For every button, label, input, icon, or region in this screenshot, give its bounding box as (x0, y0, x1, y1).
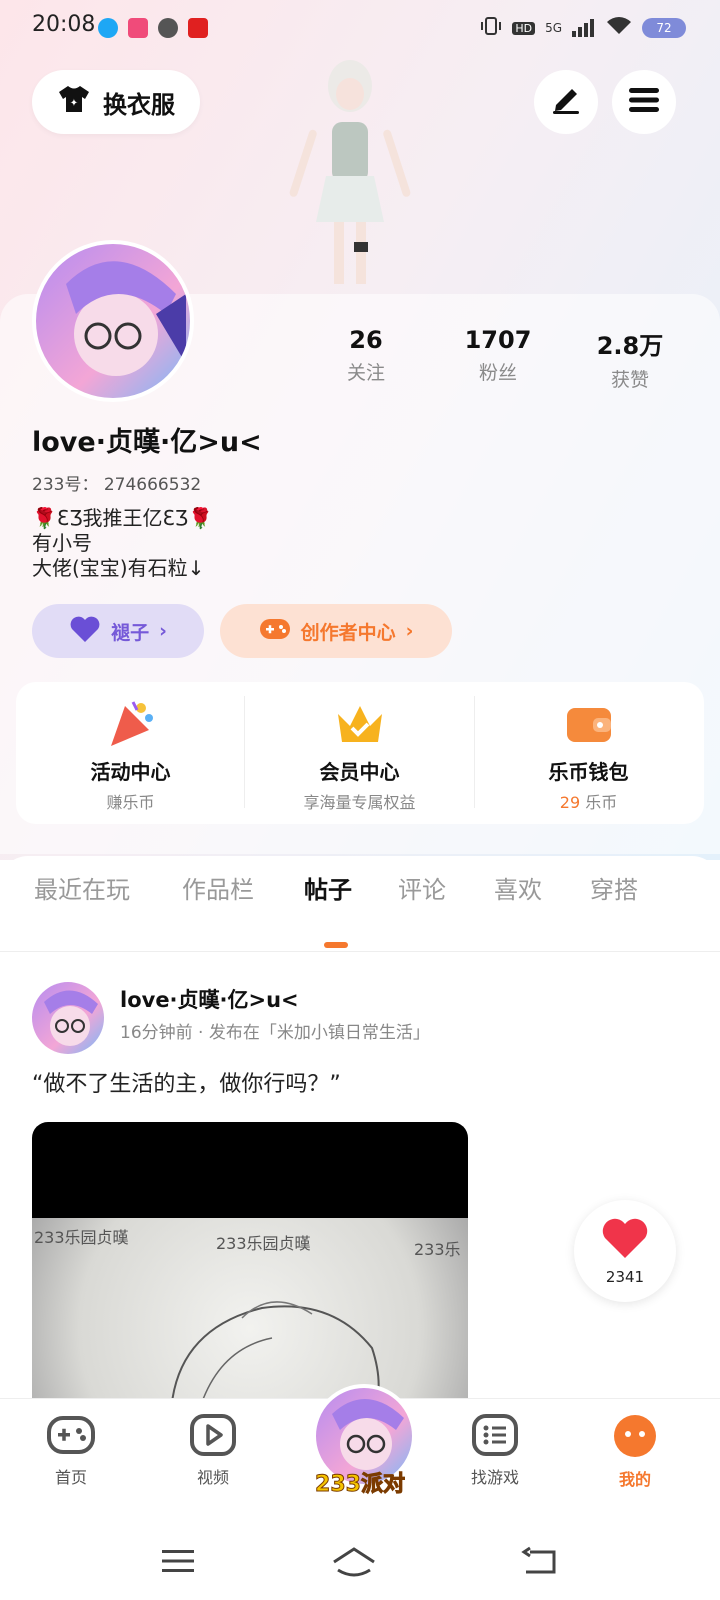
app-icon (128, 18, 148, 38)
like-float-button[interactable]: 2341 (574, 1200, 676, 1302)
chevron-right-icon: › (405, 620, 414, 642)
home-icon[interactable] (330, 1546, 378, 1584)
post-meta: 16分钟前 · 发布在「米加小镇日常生活」 (120, 1023, 430, 1043)
svg-text:✦: ✦ (70, 98, 78, 109)
tab-works[interactable]: 作品栏 (182, 870, 254, 905)
likes-count: 2.8万 (596, 332, 664, 360)
badge-button[interactable]: 褪子 › (32, 604, 204, 658)
nav-party-label[interactable]: 233派对 (300, 1466, 420, 1498)
profile-uid[interactable]: 233号： 274666532 (32, 470, 201, 495)
tab-outfits[interactable]: 穿搭 (590, 870, 638, 905)
nav-home[interactable]: 首页 (16, 1414, 126, 1488)
sketch-image: 233乐园贞暵 233乐园贞暵 233乐 (32, 1218, 468, 1402)
nav-home-label: 首页 (54, 1468, 87, 1487)
tab-posts[interactable]: 帖子 (304, 870, 352, 905)
nav-find-games[interactable]: 找游戏 (440, 1414, 550, 1488)
menu-icon (629, 87, 659, 117)
battery-indicator: 72 (642, 18, 686, 38)
hd-badge: HD (512, 21, 536, 35)
gamepad-icon (16, 1414, 126, 1460)
following-stat[interactable]: 26 关注 (306, 326, 426, 385)
followers-label: 粉丝 (478, 362, 517, 384)
back-icon[interactable] (520, 1546, 560, 1582)
vibrate-icon (480, 16, 502, 40)
likes-stat[interactable]: 2.8万 获赞 (570, 326, 690, 392)
profile-avatar[interactable] (32, 240, 194, 402)
status-time: 20:08 (32, 12, 96, 37)
bio-line: 大佬(宝宝)有石粒↓ (32, 556, 205, 580)
play-icon (158, 1414, 268, 1460)
tshirt-icon: ✦ (57, 84, 91, 120)
bio-line: 有小号 (32, 531, 92, 555)
chevron-right-icon: › (159, 620, 167, 642)
like-count: 2341 (605, 1268, 645, 1286)
heart-icon (574, 1216, 676, 1264)
post-text[interactable]: “做不了生活的主，做你行吗？” (32, 1066, 341, 1098)
3d-character-avatar[interactable] (280, 56, 420, 290)
vip-center-sub: 享海量专属权益 (303, 793, 416, 812)
list-icon (440, 1414, 550, 1460)
wallet-title: 乐币钱包 (548, 760, 629, 784)
nav-me-label: 我的 (618, 1470, 651, 1489)
me-icon (580, 1414, 690, 1462)
nav-video[interactable]: 视频 (158, 1414, 268, 1488)
profile-nickname: love·贞暵·亿>u< (32, 427, 262, 458)
followers-stat[interactable]: 1707 粉丝 (438, 326, 558, 385)
heart-icon (69, 615, 101, 648)
vip-center-entry[interactable]: 会员中心 享海量专属权益 (245, 682, 474, 824)
app-icon (188, 18, 208, 38)
wallet-sub: 29 乐币 (474, 789, 703, 813)
divider (0, 951, 720, 952)
bio-line: 🌹ƐƷ我推王亿ƐƷ🌹 (32, 506, 214, 530)
services-panel: 活动中心 赚乐币 会员中心 享海量专属权益 乐币钱包 29 乐币 (16, 682, 704, 824)
wallet-balance: 29 (559, 793, 581, 812)
creator-center-label: 创作者中心 (300, 621, 396, 644)
activity-center-sub: 赚乐币 (106, 793, 155, 812)
wallet-icon (563, 698, 615, 750)
followers-count: 1707 (464, 326, 532, 354)
nav-video-label: 视频 (196, 1468, 229, 1487)
activity-center-title: 活动中心 (90, 760, 171, 784)
post-author-name[interactable]: love·贞暵·亿>u< (120, 984, 299, 1014)
activity-center-entry[interactable]: 活动中心 赚乐币 (16, 682, 245, 824)
creator-center-button[interactable]: 创作者中心 › (220, 604, 452, 658)
nav-find-games-label: 找游戏 (470, 1468, 519, 1487)
likes-label: 获赞 (610, 369, 649, 391)
network-type: 5G (545, 21, 562, 35)
following-label: 关注 (346, 362, 385, 384)
post-author-avatar[interactable] (32, 982, 104, 1054)
wifi-icon (606, 16, 632, 40)
vip-center-title: 会员中心 (319, 760, 400, 784)
change-outfit-button[interactable]: ✦ 换衣服 (32, 70, 200, 134)
following-count: 26 (349, 326, 383, 354)
menu-button[interactable] (612, 70, 676, 134)
tab-likes[interactable]: 喜欢 (494, 870, 542, 905)
nav-me[interactable]: 我的 (580, 1414, 690, 1490)
badge-label: 褪子 (111, 621, 150, 644)
post-image[interactable]: 233乐园贞暵 233乐园贞暵 233乐 (32, 1122, 468, 1402)
qq-icon (98, 18, 118, 38)
profile-bio: 🌹ƐƷ我推王亿ƐƷ🌹 有小号 大佬(宝宝)有石粒↓ (32, 506, 213, 581)
crown-icon (334, 698, 386, 750)
gamepad-icon (259, 616, 291, 647)
tab-recent-played[interactable]: 最近在玩 (34, 870, 130, 905)
edit-profile-button[interactable] (534, 70, 598, 134)
app-icon (158, 18, 178, 38)
tab-comments[interactable]: 评论 (398, 870, 446, 905)
status-bar: 20:08 HD 5G 72 (0, 0, 720, 56)
edit-icon (550, 85, 582, 119)
party-popper-icon (105, 698, 157, 750)
status-indicators: HD 5G 72 (480, 14, 686, 42)
signal-icon (572, 19, 596, 37)
wallet-entry[interactable]: 乐币钱包 29 乐币 (474, 682, 703, 824)
wallet-unit: 乐币 (585, 793, 618, 812)
change-outfit-label: 换衣服 (103, 90, 175, 119)
active-tab-indicator (324, 942, 348, 948)
recent-apps-icon[interactable] (160, 1546, 196, 1580)
